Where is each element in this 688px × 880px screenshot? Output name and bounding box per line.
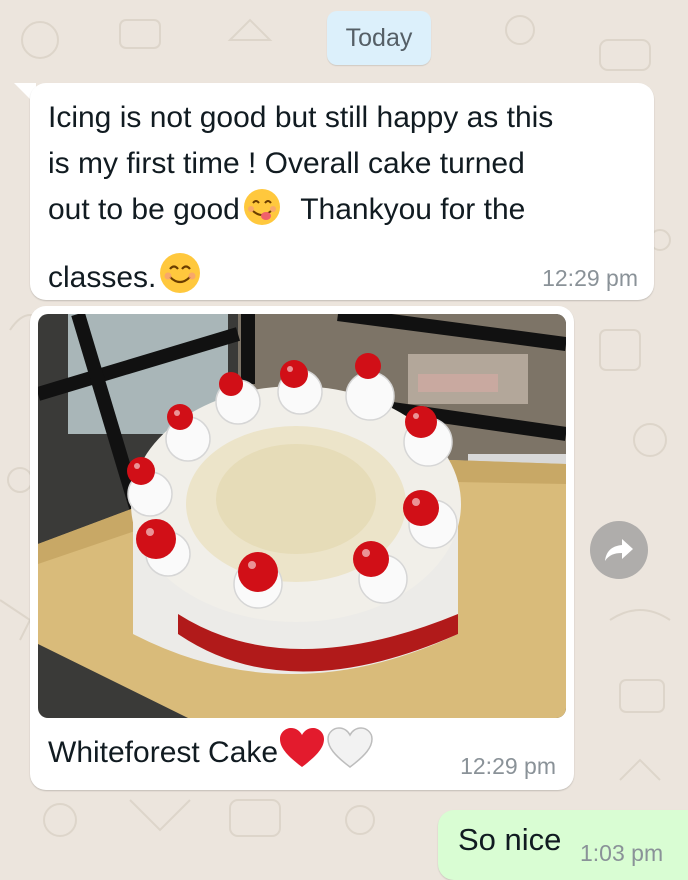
white-heart-emoji (326, 726, 374, 784)
date-separator: Today (327, 11, 431, 65)
message-timestamp: 12:29 pm (460, 753, 556, 779)
red-heart-emoji (278, 726, 326, 784)
message-line: out to be good Thankyou for the (48, 187, 648, 241)
message-timestamp: 12:29 pm (542, 265, 638, 291)
savoring-face-emoji (242, 187, 282, 241)
outgoing-message[interactable]: So nice 1:03 pm (438, 810, 688, 880)
forward-arrow-icon (605, 539, 633, 561)
message-text: So nice (458, 822, 562, 857)
incoming-message[interactable]: Icing is not good but still happy as thi… (30, 83, 654, 300)
message-timestamp: 1:03 pm (580, 840, 664, 866)
message-fragment: classes. (48, 261, 157, 294)
date-label: Today (345, 23, 413, 52)
forward-button[interactable] (590, 521, 648, 579)
message-line: is my first time ! Overall cake turned (48, 147, 525, 180)
incoming-image-message[interactable]: Whiteforest Cake 12:29 pm (30, 306, 574, 790)
cake-photo[interactable] (38, 314, 566, 718)
message-line: Icing is not good but still happy as thi… (48, 101, 554, 134)
message-fragment: out to be good (48, 193, 240, 226)
image-caption: Whiteforest Cake (48, 726, 374, 784)
smiling-face-emoji (158, 251, 202, 309)
caption-text: Whiteforest Cake (48, 736, 279, 769)
message-fragment: Thankyou for the (300, 193, 526, 226)
